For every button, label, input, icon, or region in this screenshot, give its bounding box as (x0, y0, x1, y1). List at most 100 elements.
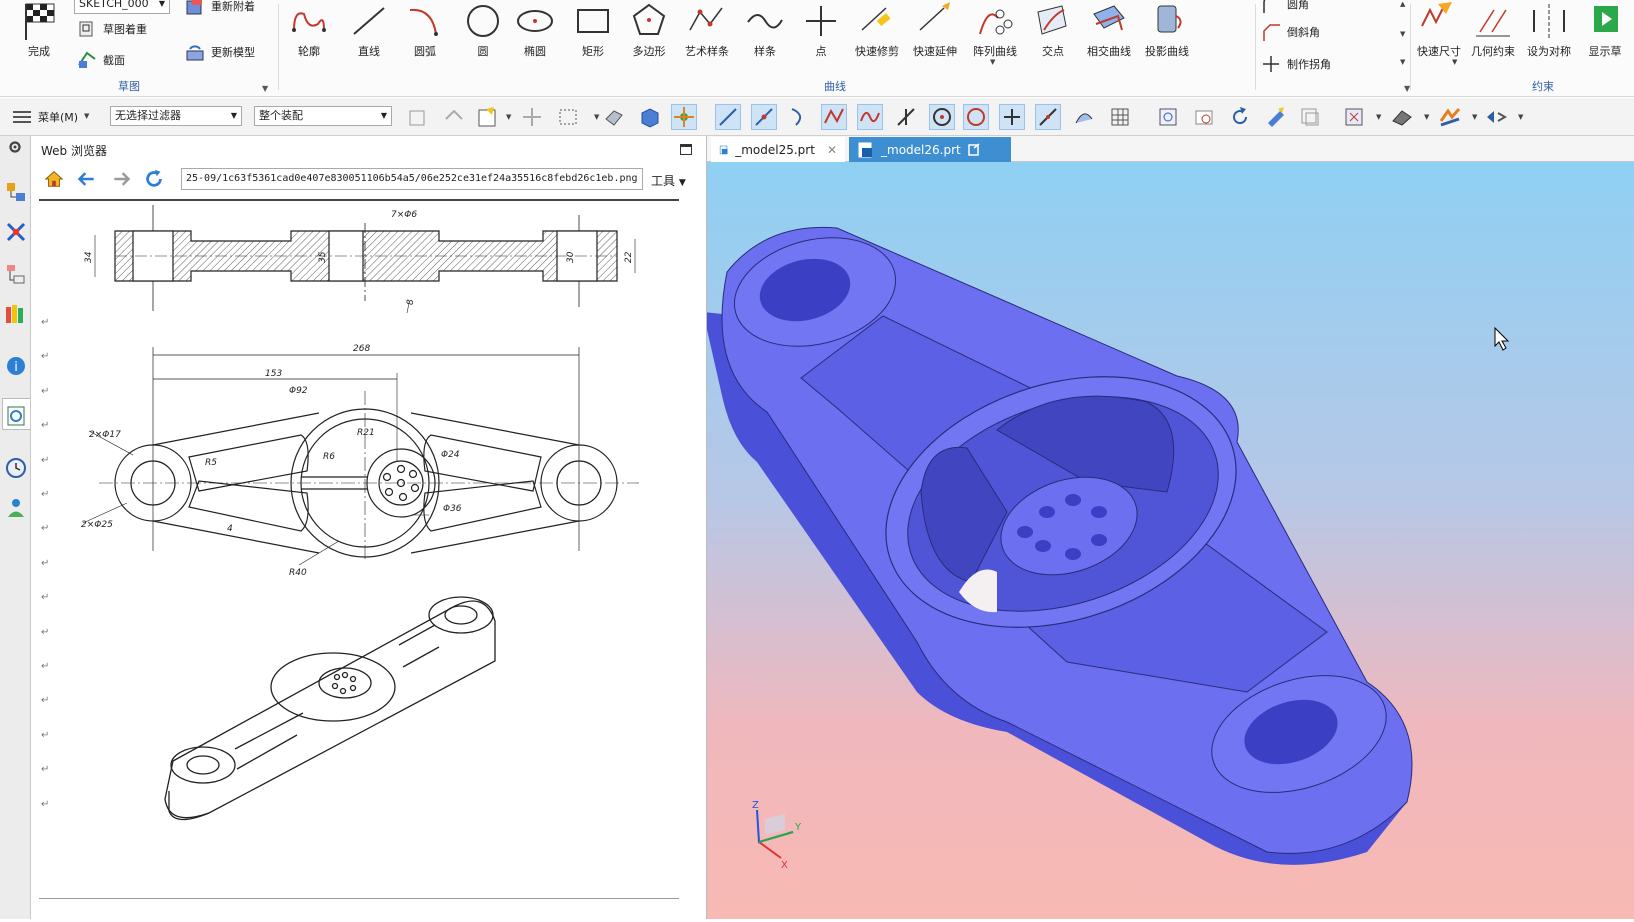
snap-midpoint-button[interactable] (751, 104, 777, 130)
selection-filter-combo[interactable]: 无选择过滤器 ▼ (110, 106, 242, 126)
snap-quadrant-button[interactable] (963, 104, 989, 130)
curve-tool-button-4[interactable]: 椭圆 (506, 0, 564, 62)
tools-menu[interactable]: 工具 ▼ (651, 172, 686, 189)
pattern-curve-dropdown[interactable]: ▼ (990, 58, 995, 66)
fillet-button[interactable]: 圆角 (1260, 0, 1309, 16)
sketch-group-launcher[interactable]: ▼ (262, 84, 268, 93)
constraint-tool-button-3[interactable]: 显示草 (1576, 0, 1634, 62)
refresh-icon[interactable] (143, 168, 165, 190)
snap-intersection-button[interactable] (894, 105, 918, 129)
constraint-tool-button-1[interactable]: 几何约束 (1464, 0, 1522, 62)
curve-tool-icon-1 (353, 7, 385, 35)
curve-tool-button-3[interactable]: 圆 (454, 0, 512, 62)
forward-arrow-icon[interactable] (111, 169, 131, 189)
snap-spline-button[interactable] (857, 104, 883, 130)
rendering-dropdown[interactable]: ▼ (1424, 113, 1429, 121)
curve-tool-button-7[interactable]: 艺术样条 (678, 0, 736, 62)
constraint-navigator-icon[interactable] (4, 220, 28, 244)
edge-display-button[interactable] (1438, 105, 1462, 129)
select-feature-button[interactable] (476, 105, 500, 129)
curve-tool-button-11[interactable]: 快速延伸 (906, 0, 964, 62)
snap-view-button[interactable] (406, 105, 430, 129)
edge-display-dropdown[interactable]: ▼ (1472, 113, 1477, 121)
visibility-dropdown[interactable]: ▼ (1518, 113, 1523, 121)
hd3d-tools-icon[interactable]: i (4, 354, 28, 378)
maximize-icon[interactable] (680, 144, 692, 155)
address-bar[interactable]: 25-09/1c63f5361cad0e407e830051106b54a5/0… (181, 168, 643, 190)
3d-viewport[interactable]: Z Y X (703, 162, 1634, 919)
section-button[interactable]: 截面 (76, 48, 125, 72)
history-icon[interactable] (4, 456, 28, 480)
snap-face-button[interactable] (1072, 105, 1096, 129)
solid-body-button[interactable] (638, 105, 662, 129)
fit-view-button[interactable] (1156, 105, 1180, 129)
rectangle-select-button[interactable] (556, 105, 580, 129)
rect-select-dropdown[interactable]: ▼ (594, 113, 599, 121)
close-icon[interactable]: ✕ (827, 143, 837, 157)
curve-tool-button-9[interactable]: 点 (792, 0, 850, 62)
dim-r40: R40 (289, 568, 307, 578)
snap-polyline-button[interactable] (821, 104, 847, 130)
engineering-drawing: ↵↵↵↵ ↵↵↵↵ ↵↵↵↵ ↵↵↵ 7×Φ6 34 35 22 30 8 26… (41, 205, 639, 821)
side-expand[interactable]: ▼ (1400, 58, 1405, 66)
curve-tool-button-2[interactable]: 圆弧 (396, 0, 454, 62)
snap-line-button[interactable] (715, 104, 741, 130)
grid-button[interactable] (1108, 105, 1132, 129)
curve-tool-button-5[interactable]: 矩形 (564, 0, 622, 62)
snap-button[interactable] (520, 105, 544, 129)
gear-icon[interactable] (6, 138, 24, 156)
rotate-view-button[interactable] (1228, 105, 1252, 129)
snap-curve-button[interactable] (786, 105, 810, 129)
side-scroll-down[interactable]: ▼ (1400, 30, 1405, 38)
undo-selection-button[interactable] (442, 105, 466, 129)
finish-sketch-button[interactable]: 完成 (10, 0, 68, 62)
side-scroll-up[interactable]: ▲ (1400, 0, 1405, 8)
rendering-style-button[interactable] (1390, 105, 1414, 129)
curve-tool-button-1[interactable]: 直线 (340, 0, 398, 62)
constraint-tool-button-2[interactable]: 设为对称 (1520, 0, 1578, 62)
make-corner-button[interactable]: 制作拐角 (1260, 52, 1331, 76)
curve-tool-button-14[interactable]: 相交曲线 (1080, 0, 1138, 62)
sketch-emphasis-button[interactable]: 草图着重 (76, 17, 147, 41)
3d-part-model[interactable]: Z Y X (703, 162, 1634, 919)
zoom-window-button[interactable] (1192, 105, 1216, 129)
reuse-library-icon[interactable] (4, 302, 28, 326)
roles-icon[interactable] (4, 496, 28, 520)
snap-center-button[interactable] (929, 104, 955, 130)
constraint-tool-button-0[interactable]: 快速尺寸 (1410, 0, 1468, 62)
chamfer-button[interactable]: 倒斜角 (1260, 20, 1320, 44)
snap-endpoint-button[interactable] (671, 104, 697, 130)
tab-model26[interactable]: _model26.prt (849, 137, 1011, 162)
curve-tool-button-13[interactable]: 交点 (1024, 0, 1082, 62)
perspective-button[interactable] (1298, 105, 1322, 129)
menu-button[interactable]: 菜单(M) (38, 109, 78, 125)
menu-dropdown-arrow[interactable]: ▼ (84, 112, 89, 120)
selection-scope-combo[interactable]: 整个装配 ▼ (254, 106, 392, 126)
part-navigator-icon[interactable] (4, 262, 28, 286)
tab-model25[interactable]: _model25.prt ✕ (711, 137, 845, 162)
web-browser-icon[interactable] (4, 404, 28, 428)
assembly-navigator-icon[interactable] (4, 180, 28, 204)
curve-tool-button-8[interactable]: 样条 (736, 0, 794, 62)
visibility-button[interactable] (1484, 105, 1508, 129)
orient-view-button[interactable] (1342, 105, 1366, 129)
pan-view-button[interactable] (1264, 105, 1288, 129)
update-model-button[interactable]: 更新模型 (184, 40, 255, 64)
feature-select-dropdown[interactable]: ▼ (506, 113, 511, 121)
snap-face-icon (1075, 113, 1093, 124)
back-arrow-icon[interactable] (77, 169, 97, 189)
curve-tool-button-10[interactable]: 快速修剪 (848, 0, 906, 62)
curve-tool-button-0[interactable]: 轮廓 (280, 0, 338, 62)
curve-tool-button-15[interactable]: 投影曲线 (1138, 0, 1196, 62)
shaded-body-button[interactable] (602, 105, 626, 129)
menu-icon[interactable] (10, 105, 34, 129)
rapid-dimension-dropdown[interactable]: ▼ (1452, 58, 1457, 66)
home-icon[interactable] (43, 168, 65, 190)
curve-tool-button-6[interactable]: 多边形 (620, 0, 678, 62)
snap-tangent-button[interactable] (1035, 104, 1061, 130)
orient-view-dropdown[interactable]: ▼ (1376, 113, 1381, 121)
reattach-button[interactable]: 重新附着 (184, 0, 255, 18)
curve-tool-button-12[interactable]: 阵列曲线 (966, 0, 1024, 62)
sketch-name-combo[interactable]: SKETCH_000 ▼ (74, 0, 170, 14)
snap-existing-point-button[interactable] (999, 104, 1025, 130)
